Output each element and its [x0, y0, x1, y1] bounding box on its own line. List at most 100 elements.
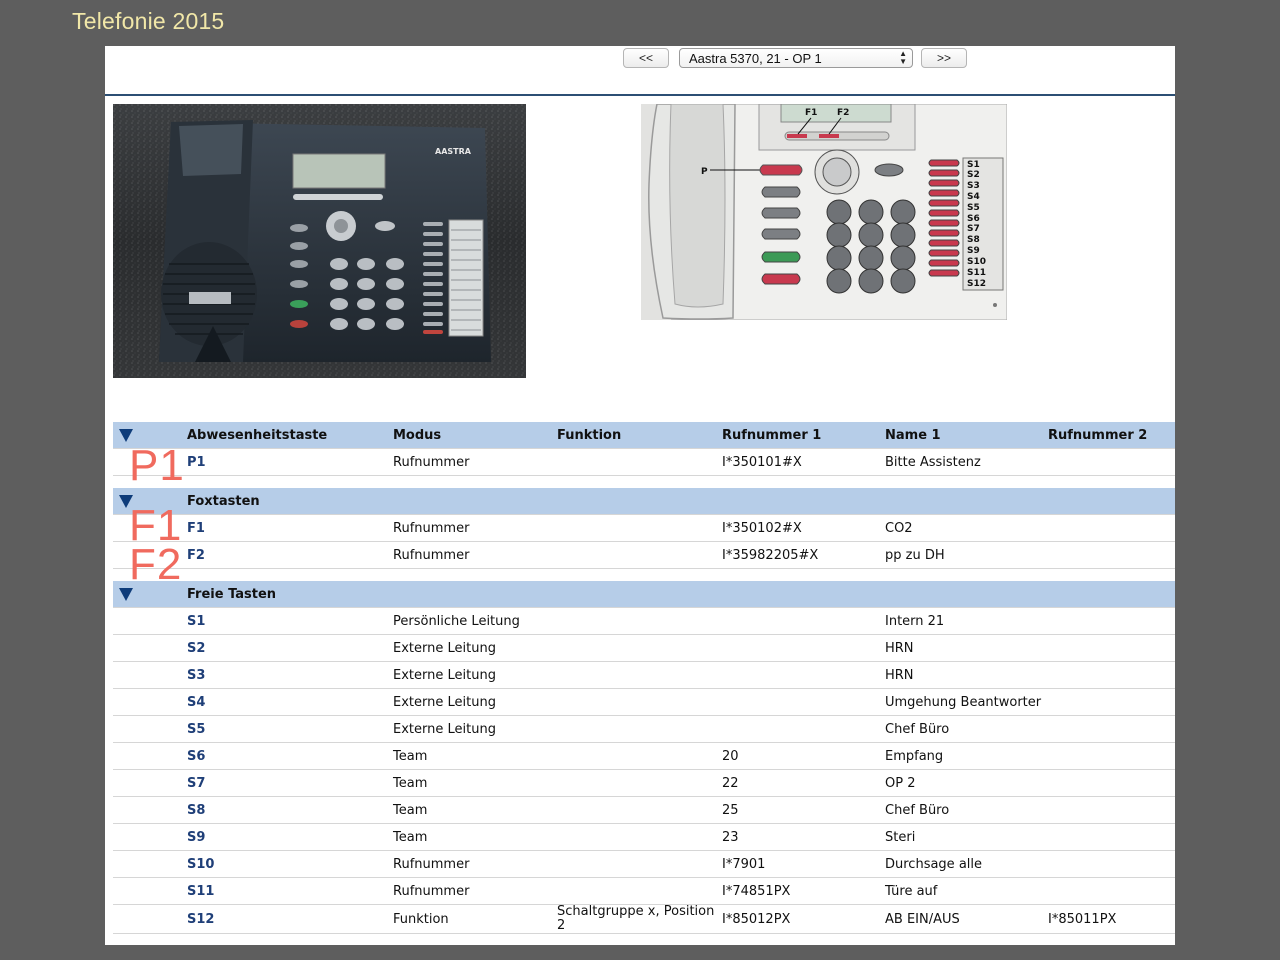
- number1-cell: I*350101#X: [722, 448, 885, 476]
- phone-select[interactable]: Aastra 5370, 21 - OP 1 ▲ ▼: [679, 48, 913, 68]
- function-cell: [557, 877, 722, 905]
- mode-cell: Funktion: [393, 904, 557, 934]
- number2-cell: [1048, 541, 1175, 569]
- diagram-label-s3: S3: [967, 181, 980, 191]
- number2-cell: [1048, 823, 1175, 851]
- table-row[interactable]: S11 Rufnummer I*74851PX Türe auf: [113, 877, 1175, 905]
- key-label: P1: [187, 448, 393, 476]
- diagram-label-s10: S10: [967, 257, 986, 267]
- mode-cell: Rufnummer: [393, 541, 557, 569]
- overlay-label-f2: F2: [129, 540, 183, 589]
- name1-cell: Bitte Assistenz: [885, 448, 1048, 476]
- table-row[interactable]: S1 Persönliche Leitung Intern 21: [113, 607, 1175, 635]
- table-row[interactable]: S4 Externe Leitung Umgehung Beantworter: [113, 688, 1175, 716]
- column-header-rufnummer1: Rufnummer 1: [722, 422, 885, 449]
- name1-cell: HRN: [885, 661, 1048, 689]
- column-header-funktion: Funktion: [557, 422, 722, 449]
- diagram-label-f2: F2: [837, 108, 849, 118]
- phone-select-value: Aastra 5370, 21 - OP 1: [689, 50, 822, 66]
- table-row[interactable]: F2 Rufnummer I*35982205#X pp zu DH: [113, 541, 1175, 569]
- table-row[interactable]: S5 Externe Leitung Chef Büro: [113, 715, 1175, 743]
- key-label: S11: [187, 877, 393, 905]
- name1-cell: Chef Büro: [885, 715, 1048, 743]
- table-row[interactable]: P1 Rufnummer I*350101#X Bitte Assistenz: [113, 448, 1175, 476]
- group-header-freie-tasten: Freie Tasten: [113, 581, 1175, 608]
- mode-cell: Externe Leitung: [393, 715, 557, 743]
- table-row[interactable]: S2 Externe Leitung HRN: [113, 634, 1175, 662]
- name1-cell: Türe auf: [885, 877, 1048, 905]
- mode-cell: Team: [393, 823, 557, 851]
- table-row[interactable]: F1 Rufnummer I*350102#X CO2: [113, 514, 1175, 542]
- function-cell: [557, 688, 722, 716]
- table-row[interactable]: S7 Team 22 OP 2: [113, 769, 1175, 797]
- mode-cell: Rufnummer: [393, 514, 557, 542]
- number1-cell: [722, 715, 885, 743]
- key-label: S1: [187, 607, 393, 635]
- number2-cell: [1048, 688, 1175, 716]
- column-header-rufnummer2: Rufnummer 2: [1048, 422, 1175, 449]
- table-row[interactable]: S6 Team 20 Empfang: [113, 742, 1175, 770]
- number2-cell: [1048, 877, 1175, 905]
- group-header-abwesenheitstaste: Abwesenheitstaste Modus Funktion Rufnumm…: [113, 422, 1175, 449]
- mode-cell: Persönliche Leitung: [393, 607, 557, 635]
- name1-cell: Steri: [885, 823, 1048, 851]
- key-label: S7: [187, 769, 393, 797]
- number2-cell: [1048, 769, 1175, 797]
- number1-cell: [722, 688, 885, 716]
- name1-cell: Empfang: [885, 742, 1048, 770]
- number1-cell: I*7901: [722, 850, 885, 878]
- overlay-label-p1: P1: [129, 441, 185, 490]
- number1-cell: 23: [722, 823, 885, 851]
- function-cell: [557, 661, 722, 689]
- function-cell: [557, 607, 722, 635]
- number1-cell: I*74851PX: [722, 877, 885, 905]
- phone-navigation-bar: << Aastra 5370, 21 - OP 1 ▲ ▼ >>: [105, 46, 1175, 96]
- number1-cell: [722, 634, 885, 662]
- table-row[interactable]: S8 Team 25 Chef Büro: [113, 796, 1175, 824]
- table-row[interactable]: S9 Team 23 Steri: [113, 823, 1175, 851]
- photo-brand-label: AASTRA: [435, 147, 472, 156]
- number2-cell: [1048, 661, 1175, 689]
- table-row[interactable]: S12 Funktion Schaltgruppe x, Position 2 …: [113, 904, 1175, 934]
- number2-cell: [1048, 448, 1175, 476]
- number1-cell: I*350102#X: [722, 514, 885, 542]
- next-phone-button[interactable]: >>: [921, 48, 967, 68]
- collapse-triangle-icon[interactable]: [119, 428, 133, 442]
- mode-cell: Rufnummer: [393, 448, 557, 476]
- diagram-label-s8: S8: [967, 235, 980, 245]
- diagram-label-s2: S2: [967, 170, 980, 180]
- key-label: F1: [187, 514, 393, 542]
- table-row[interactable]: S3 Externe Leitung HRN: [113, 661, 1175, 689]
- number2-cell: [1048, 607, 1175, 635]
- table-row[interactable]: S10 Rufnummer I*7901 Durchsage alle: [113, 850, 1175, 878]
- key-label: S2: [187, 634, 393, 662]
- diagram-label-p: P: [701, 167, 708, 177]
- function-cell: [557, 742, 722, 770]
- number2-cell: [1048, 514, 1175, 542]
- function-cell: [557, 796, 722, 824]
- number1-cell: I*35982205#X: [722, 541, 885, 569]
- previous-phone-button[interactable]: <<: [623, 48, 669, 68]
- group-label: Foxtasten: [187, 488, 1175, 515]
- diagram-label-s4: S4: [967, 192, 980, 202]
- column-header-name1: Name 1: [885, 422, 1048, 449]
- mode-cell: Externe Leitung: [393, 661, 557, 689]
- key-label: S10: [187, 850, 393, 878]
- mode-cell: Rufnummer: [393, 850, 557, 878]
- name1-cell: Durchsage alle: [885, 850, 1048, 878]
- collapse-triangle-icon[interactable]: [119, 587, 133, 601]
- function-cell: [557, 541, 722, 569]
- number2-cell: I*85011PX: [1048, 904, 1175, 934]
- number1-cell: 20: [722, 742, 885, 770]
- name1-cell: Chef Büro: [885, 796, 1048, 824]
- column-header-modus: Modus: [393, 422, 557, 449]
- number2-cell: [1048, 715, 1175, 743]
- function-cell: [557, 850, 722, 878]
- diagram-label-s1: S1: [967, 160, 980, 170]
- key-label: F2: [187, 541, 393, 569]
- diagram-label-s9: S9: [967, 246, 980, 256]
- number2-cell: [1048, 634, 1175, 662]
- number2-cell: [1048, 850, 1175, 878]
- function-cell: [557, 448, 722, 476]
- function-text: Schaltgruppe x, Position 2: [557, 904, 715, 933]
